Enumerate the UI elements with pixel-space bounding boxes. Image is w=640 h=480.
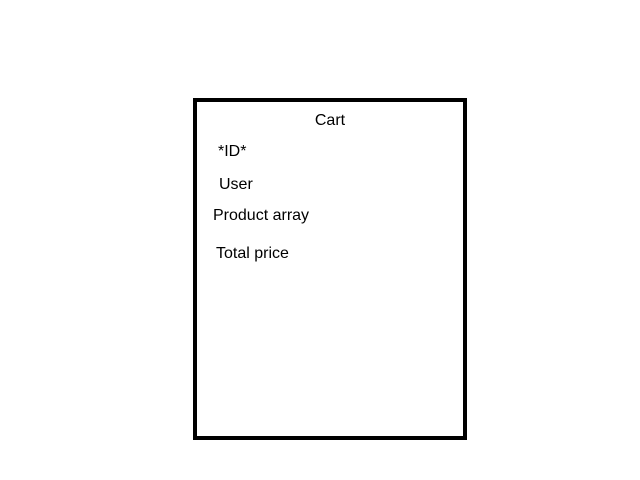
cart-entity-box: Cart *ID* User Product array Total price (193, 98, 467, 440)
field-id: *ID* (218, 143, 247, 160)
entity-title: Cart (314, 112, 346, 129)
field-product-array: Product array (213, 207, 310, 224)
field-user: User (219, 176, 253, 193)
field-total-price: Total price (216, 245, 289, 262)
